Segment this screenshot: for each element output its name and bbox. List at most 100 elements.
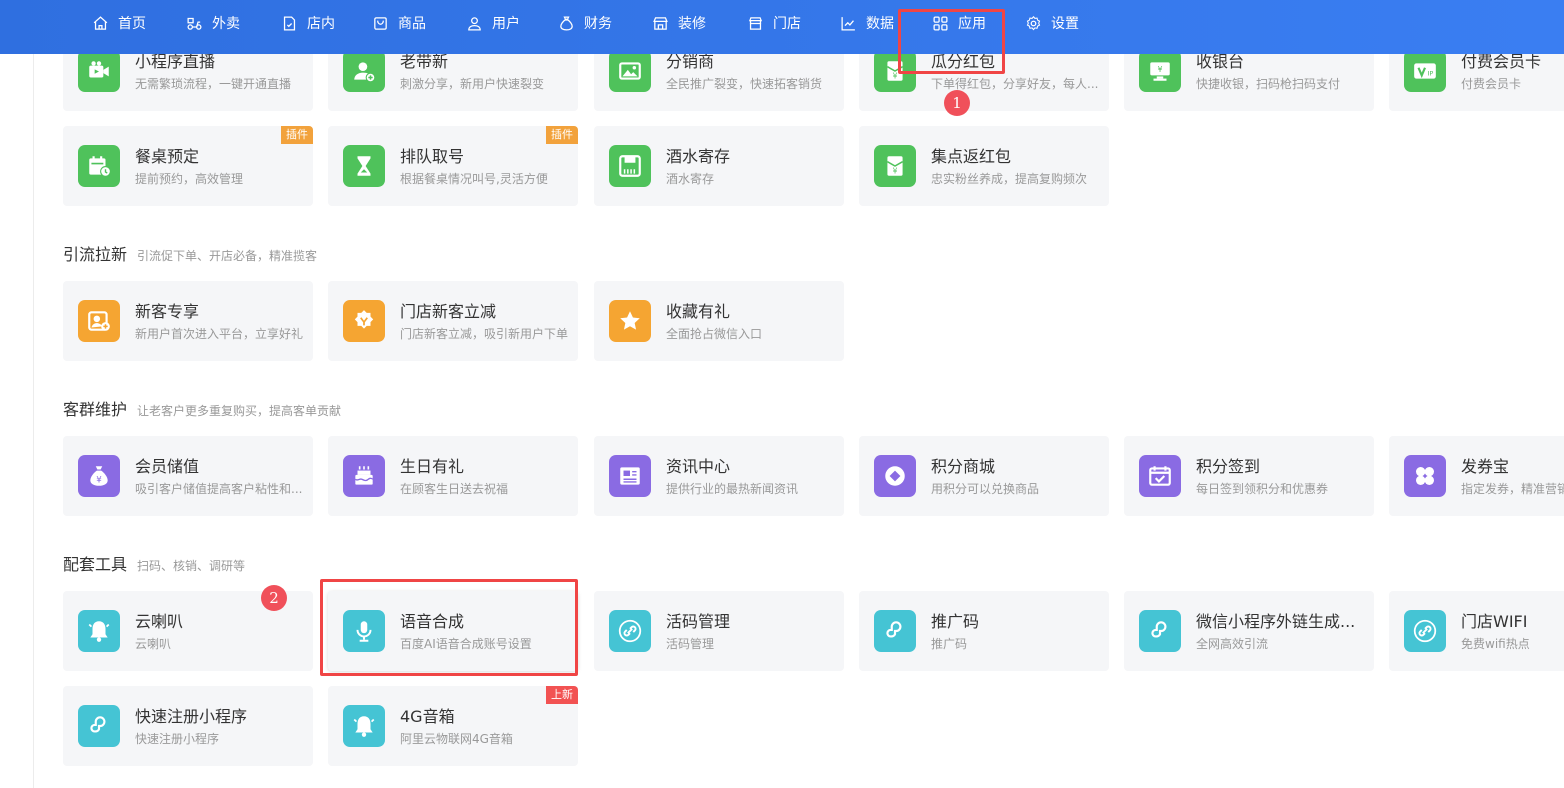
- star-icon: [609, 300, 651, 342]
- new-badge: 上新: [546, 686, 578, 704]
- bell-icon: [343, 705, 385, 747]
- section-name: 引流拉新: [63, 245, 128, 264]
- highlight-box-speech-synthesis: [320, 579, 578, 676]
- app-card-favorite-gift[interactable]: 收藏有礼 全面抢占微信入口: [594, 281, 844, 361]
- app-card-coupon-tool[interactable]: 发券宝 指定发券，精准营销: [1389, 436, 1564, 516]
- app-card-points-mall[interactable]: 积分商城 用积分可以兑换商品: [859, 436, 1109, 516]
- app-card-news-center[interactable]: 资讯中心 提供行业的最热新闻资讯: [594, 436, 844, 516]
- app-card-store-new-discount[interactable]: 门店新客立减 门店新客立减，吸引新用户下单: [328, 281, 578, 361]
- plugin-badge: 插件: [546, 126, 578, 144]
- app-card-member-deposit[interactable]: ¥ 会员储值 吸引客户储值提高客户粘性和...: [63, 436, 313, 516]
- calendar-clock-icon: [78, 145, 120, 187]
- card-desc: 提前预约，高效管理: [135, 172, 244, 186]
- video-icon: [78, 50, 120, 92]
- nav-label: 店内: [307, 16, 335, 32]
- home-icon: [93, 15, 108, 30]
- nav-settings[interactable]: 设置: [1025, 0, 1079, 46]
- app-card-table-booking[interactable]: 餐桌预定 提前预约，高效管理 插件: [63, 126, 313, 206]
- nav-label: 设置: [1051, 16, 1079, 32]
- storage-icon: [609, 145, 651, 187]
- app-card-queue[interactable]: 排队取号 根据餐桌情况叫号,灵活方便 插件: [328, 126, 578, 206]
- nav-dine-in[interactable]: 店内: [281, 0, 335, 46]
- card-desc: 用积分可以兑换商品: [931, 482, 1040, 496]
- app-card-4g-speaker[interactable]: 4G音箱 阿里云物联网4G音箱 上新: [328, 686, 578, 766]
- card-desc: 全民推广裂变，快速拓客销货: [666, 77, 823, 91]
- link-icon: [1404, 610, 1446, 652]
- page: 小程序直播 无需繁琐流程，一键开通直播 老带新 刺激分享，新用户快速裂变 分销商…: [0, 0, 1564, 788]
- diamond-coin-icon: [874, 455, 916, 497]
- card-title: 积分商城: [931, 457, 996, 476]
- app-card-drink-storage[interactable]: 酒水寄存 酒水寄存: [594, 126, 844, 206]
- app-card-points-checkin[interactable]: 积分签到 每日签到领积分和优惠券: [1124, 436, 1374, 516]
- card-desc: 云喇叭: [135, 637, 172, 651]
- card-title: 新客专享: [135, 302, 200, 321]
- svg-text:¥: ¥: [1158, 65, 1163, 74]
- user-plus-icon: [343, 50, 385, 92]
- app-card-new-customer[interactable]: 新客专享 新用户首次进入平台，立享好礼: [63, 281, 313, 361]
- nav-label: 外卖: [212, 16, 240, 32]
- nav-finance[interactable]: 财务: [558, 0, 612, 46]
- svg-text:¥: ¥: [96, 476, 102, 486]
- card-title: 酒水寄存: [666, 147, 731, 166]
- mini-program-icon: [874, 610, 916, 652]
- nav-decorate[interactable]: 装修: [652, 0, 706, 46]
- svg-text:IP: IP: [1427, 69, 1433, 77]
- calendar-check-icon: [1139, 455, 1181, 497]
- card-title: 云喇叭: [135, 612, 184, 631]
- card-title: 生日有礼: [400, 457, 465, 476]
- card-title: 餐桌预定: [135, 147, 200, 166]
- card-title: 门店新客立减: [400, 302, 497, 321]
- step-2-marker: 2: [261, 585, 287, 611]
- card-desc: 根据餐桌情况叫号,灵活方便: [400, 172, 548, 186]
- section-name: 客群维护: [63, 400, 128, 419]
- nav-store[interactable]: 门店: [747, 0, 801, 46]
- section-title-retention: 客群维护 让老客户更多重复购买，提高客单贡献: [63, 396, 341, 420]
- highlight-box-apps-nav: [898, 9, 1005, 74]
- card-title: 资讯中心: [666, 457, 731, 476]
- nav-goods[interactable]: 商品: [372, 0, 426, 46]
- card-desc: 指定发券，精准营销: [1461, 482, 1564, 496]
- nav-label: 装修: [678, 16, 706, 32]
- app-content: 小程序直播 无需繁琐流程，一键开通直播 老带新 刺激分享，新用户快速裂变 分销商…: [0, 0, 1564, 788]
- card-desc: 全面抢占微信入口: [666, 327, 763, 341]
- mini-program-icon: [1139, 610, 1181, 652]
- card-desc: 每日签到领积分和优惠券: [1196, 482, 1329, 496]
- app-card-store-wifi[interactable]: 门店WIFI 免费wifi热点: [1389, 591, 1564, 671]
- nav-data[interactable]: 数据: [840, 0, 894, 46]
- card-desc: 阿里云物联网4G音箱: [400, 732, 513, 746]
- step-1-marker: 1: [944, 90, 970, 116]
- card-title: 集点返红包: [931, 147, 1012, 166]
- nav-takeout[interactable]: 外卖: [186, 0, 240, 46]
- app-card-mini-program-link[interactable]: 微信小程序外链生成... 全网高效引流: [1124, 591, 1374, 671]
- card-desc: 全网高效引流: [1196, 637, 1269, 651]
- app-card-quick-register[interactable]: 快速注册小程序 快速注册小程序: [63, 686, 313, 766]
- section-name: 配套工具: [63, 555, 128, 574]
- plugin-badge: 插件: [281, 126, 313, 144]
- card-desc: 免费wifi热点: [1461, 637, 1530, 651]
- app-card-promo-code[interactable]: 推广码 推广码: [859, 591, 1109, 671]
- card-desc: 刺激分享，新用户快速裂变: [400, 77, 545, 91]
- gear-icon: [1026, 15, 1041, 30]
- card-title: 4G音箱: [400, 707, 455, 726]
- nav-user[interactable]: 用户: [466, 0, 520, 46]
- nav-label: 数据: [866, 16, 894, 32]
- nav-home[interactable]: 首页: [92, 0, 146, 46]
- app-card-live-code[interactable]: 活码管理 活码管理: [594, 591, 844, 671]
- card-title: 发券宝: [1461, 457, 1510, 476]
- nav-label: 商品: [398, 16, 426, 32]
- card-title: 排队取号: [400, 147, 465, 166]
- card-desc: 活码管理: [666, 637, 715, 651]
- hourglass-icon: [343, 145, 385, 187]
- card-desc: 酒水寄存: [666, 172, 715, 186]
- bell-icon: [78, 610, 120, 652]
- card-title: 快速注册小程序: [135, 707, 248, 726]
- dine-in-icon: [283, 15, 296, 31]
- store-icon: [748, 16, 763, 30]
- card-title: 积分签到: [1196, 457, 1261, 476]
- goods-icon: [374, 16, 387, 30]
- vip-icon: IP: [1404, 50, 1446, 92]
- app-card-birthday-gift[interactable]: 生日有礼 在顾客生日送去祝福: [328, 436, 578, 516]
- card-desc: 新用户首次进入平台，立享好礼: [135, 327, 304, 341]
- card-desc: 无需繁琐流程，一键开通直播: [135, 77, 292, 91]
- app-card-points-redpacket[interactable]: ¥ 集点返红包 忠实粉丝养成，提高复购频次: [859, 126, 1109, 206]
